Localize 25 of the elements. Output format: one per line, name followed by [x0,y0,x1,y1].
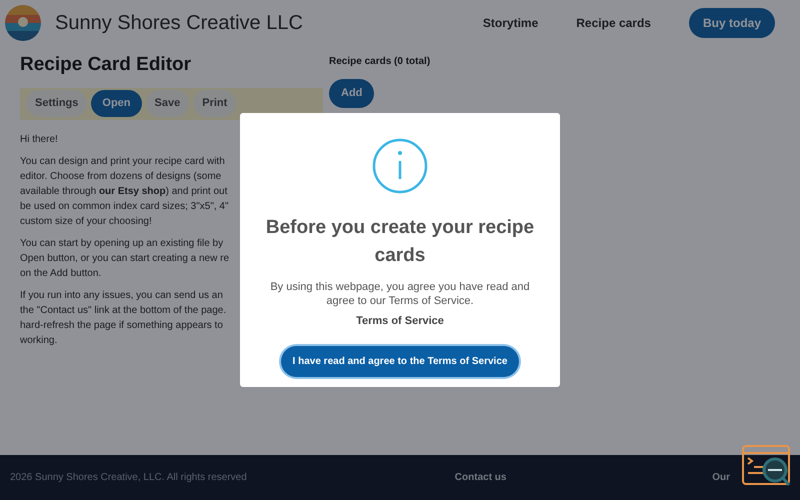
help-widget-icon[interactable] [742,445,792,489]
intro-paragraph: If you run into any issues, you can send us an the "Contact us" link at the bottom of the page. hard-refresh the page if something appears to working. [20,288,226,348]
sunset-logo-icon [5,4,41,40]
nav-link[interactable]: Storytime [482,14,538,32]
recipe-cards-heading: Recipe cards (0 total) [329,55,430,69]
dialog-message: By using this webpage, you agree you have read and agree to our Terms of Service. [269,280,531,308]
intro-paragraph: You can design and print your recipe card with editor. Choose from dozens of designs (some available through our Etsy shop) and print out be used on common index card sizes; 3"x5", 4" custom size of your choosing! [20,154,229,228]
agree-button[interactable]: I have read and agree to the Terms of Service [280,346,520,376]
contact-link[interactable]: Contact us [454,470,506,485]
buy-button[interactable]: Buy today [688,8,775,38]
dialog-title: Before you create your recipe cards [265,216,535,268]
toolbar-tab[interactable]: Print [193,90,236,117]
intro-paragraph: You can start by opening up an existing file by Open button, or you can start creating a new re on the Add button. [20,236,230,280]
copyright-text: 2026 Sunny Shores Creative, LLC. All rights reserved [10,471,247,485]
toolbar-tab[interactable]: Settings [26,90,88,117]
brand-name: Sunny Shores Creative LLC [55,10,303,36]
toolbar-tab[interactable]: Save [146,90,190,117]
add-button[interactable]: Add [329,79,374,108]
info-icon [372,138,428,194]
etsy-link[interactable]: Our [712,470,730,485]
greeting-text: Hi there! [20,132,59,146]
terms-link[interactable]: Terms of Service [356,313,444,330]
nav-link[interactable]: Recipe cards [576,14,651,32]
editor-title: Recipe Card Editor [20,53,192,77]
toolbar-tab[interactable]: Open [91,90,142,117]
